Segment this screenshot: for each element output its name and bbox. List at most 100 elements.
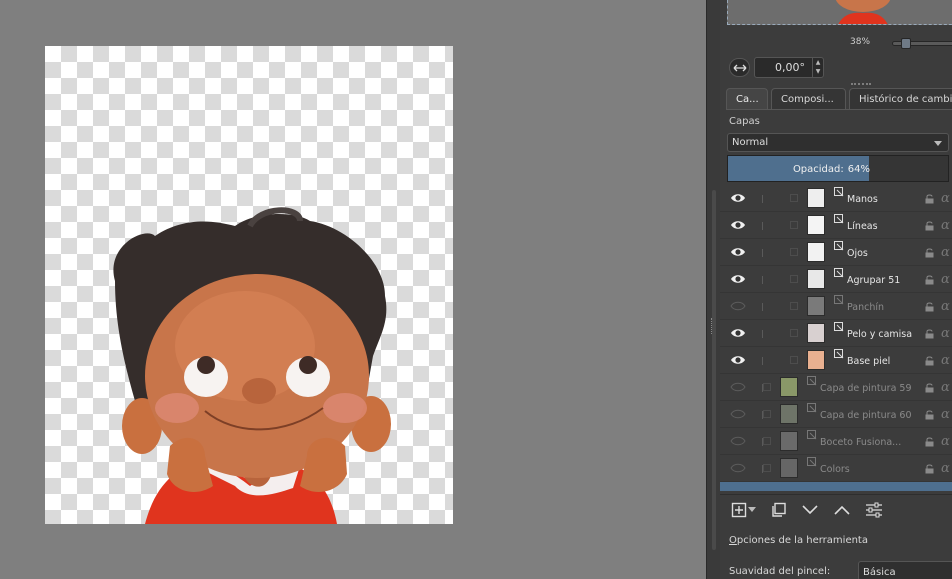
brush-smoothing-label: Suavidad del pincel:	[729, 566, 831, 577]
layer-type-icon	[807, 430, 817, 440]
lock-icon[interactable]	[925, 437, 934, 447]
tab-history[interactable]: Histórico de cambios	[849, 88, 952, 110]
lock-icon[interactable]	[925, 194, 934, 204]
lock-icon[interactable]	[925, 221, 934, 231]
chevron-down-icon[interactable]: ▼	[816, 68, 821, 75]
lock-icon[interactable]	[925, 275, 934, 285]
lock-icon[interactable]	[925, 464, 934, 474]
layer-row[interactable]: Boceto Fusiona... α	[720, 428, 952, 455]
blend-mode-select[interactable]: Normal	[727, 133, 949, 152]
lock-icon[interactable]	[925, 410, 934, 420]
layer-row[interactable]: Capa de pintura 59 α	[720, 374, 952, 401]
alpha-lock-icon[interactable]: α	[941, 326, 950, 341]
tree-guide	[762, 276, 763, 284]
opacity-slider[interactable]: Opacidad: 64%	[727, 155, 949, 182]
layer-select-checkbox[interactable]	[763, 410, 771, 418]
layer-thumbnail	[807, 188, 825, 208]
eye-icon[interactable]	[730, 355, 746, 365]
layer-list[interactable]: Manos α Líneas α Ojos α Agrupar 51 α Panchín α Pel…	[720, 185, 952, 491]
lock-icon[interactable]	[925, 302, 934, 312]
layer-select-checkbox[interactable]	[790, 248, 798, 256]
layer-name: Líneas	[847, 221, 878, 232]
layer-select-checkbox[interactable]	[790, 275, 798, 283]
move-layer-up-button[interactable]	[831, 500, 853, 520]
layer-type-icon	[834, 214, 844, 224]
chevron-down-icon	[748, 507, 756, 512]
eye-icon[interactable]	[730, 328, 746, 338]
layer-row[interactable]: Colors α	[720, 455, 952, 482]
layer-select-checkbox[interactable]	[790, 221, 798, 229]
scrollbar-divider[interactable]	[706, 0, 720, 579]
eye-icon[interactable]	[730, 274, 746, 284]
layer-name: Capa de pintura 59	[820, 383, 912, 394]
splitter-handle[interactable]	[851, 83, 871, 86]
zoom-slider[interactable]	[892, 38, 952, 49]
layer-thumbnail	[807, 296, 825, 316]
alpha-lock-icon[interactable]: α	[941, 434, 950, 449]
layer-select-checkbox[interactable]	[790, 329, 798, 337]
layer-row[interactable]: Manos α	[720, 185, 952, 212]
layer-properties-button[interactable]	[863, 500, 885, 520]
alpha-lock-icon[interactable]: α	[941, 407, 950, 422]
overview-thumbnail[interactable]	[727, 0, 952, 25]
overview-preview-image	[835, 0, 891, 24]
lock-icon[interactable]	[925, 329, 934, 339]
sliders-icon	[866, 502, 882, 518]
layer-row[interactable]: Agrupar 51 α	[720, 266, 952, 293]
rotate-reset-icon[interactable]	[729, 58, 750, 77]
tab-compositions[interactable]: Composi...	[771, 88, 846, 110]
layer-name: Pelo y camisa	[847, 329, 913, 340]
layer-select-checkbox[interactable]	[763, 464, 771, 472]
duplicate-layer-button[interactable]	[767, 500, 789, 520]
eye-icon[interactable]	[730, 247, 746, 257]
alpha-lock-icon[interactable]: α	[941, 299, 950, 314]
alpha-lock-icon[interactable]: α	[941, 380, 950, 395]
alpha-lock-icon[interactable]: α	[941, 353, 950, 368]
layer-row[interactable]: Capa de pintura 60 α	[720, 401, 952, 428]
alpha-lock-icon[interactable]: α	[941, 218, 950, 233]
eye-hidden-icon[interactable]	[730, 436, 746, 446]
tool-options-mnemonic: O	[729, 535, 737, 546]
eye-hidden-icon[interactable]	[730, 301, 746, 311]
eye-hidden-icon[interactable]	[730, 409, 746, 419]
layer-type-icon	[834, 187, 844, 197]
lock-icon[interactable]	[925, 356, 934, 366]
move-layer-down-button[interactable]	[799, 500, 821, 520]
tab-layers[interactable]: Ca...	[726, 88, 768, 110]
alpha-lock-icon[interactable]: α	[941, 245, 950, 260]
layer-row[interactable]: Pelo y camisa α	[720, 320, 952, 347]
layer-select-checkbox[interactable]	[763, 437, 771, 445]
duplicate-icon	[772, 502, 786, 517]
eye-icon[interactable]	[730, 220, 746, 230]
document-canvas[interactable]	[45, 46, 453, 524]
character-illustration	[113, 207, 391, 524]
eye-hidden-icon[interactable]	[730, 463, 746, 473]
alpha-lock-icon[interactable]: α	[941, 272, 950, 287]
opacity-label: Opacidad:	[792, 164, 844, 175]
alpha-lock-icon[interactable]: α	[941, 461, 950, 476]
layer-select-checkbox[interactable]	[790, 194, 798, 202]
canvas-area[interactable]	[0, 0, 706, 579]
chevron-down-icon	[934, 141, 942, 146]
layer-row-selected[interactable]	[720, 482, 952, 491]
add-layer-menu-button[interactable]	[746, 500, 758, 520]
layer-row[interactable]: Ojos α	[720, 239, 952, 266]
zoom-slider-handle[interactable]	[901, 38, 911, 49]
brush-smoothing-select[interactable]: Básica	[858, 561, 952, 579]
eye-hidden-icon[interactable]	[730, 382, 746, 392]
layer-row[interactable]: Panchín α	[720, 293, 952, 320]
right-docker: 38% 0,00° ▲ ▼ Ca... Composi... Histórico…	[720, 0, 952, 579]
lock-icon[interactable]	[925, 383, 934, 393]
vertical-scrollbar[interactable]	[712, 190, 716, 550]
layer-row[interactable]: Líneas α	[720, 212, 952, 239]
layer-select-checkbox[interactable]	[763, 383, 771, 391]
chevron-up-icon[interactable]: ▲	[816, 59, 821, 66]
splitter-grip[interactable]	[711, 318, 713, 334]
layer-select-checkbox[interactable]	[790, 356, 798, 364]
rotation-spinner[interactable]: ▲ ▼	[812, 58, 823, 77]
layer-select-checkbox[interactable]	[790, 302, 798, 310]
alpha-lock-icon[interactable]: α	[941, 191, 950, 206]
eye-icon[interactable]	[730, 193, 746, 203]
layer-row[interactable]: Base piel α	[720, 347, 952, 374]
lock-icon[interactable]	[925, 248, 934, 258]
